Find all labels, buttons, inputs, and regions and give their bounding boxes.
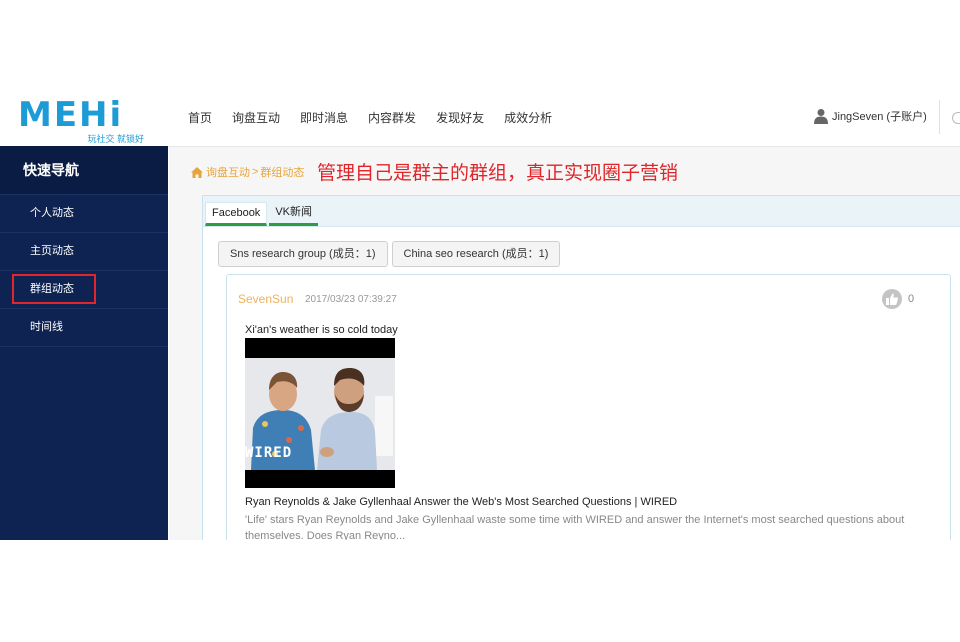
post-video-thumbnail[interactable]: WIRED xyxy=(245,338,395,488)
user-name: JingSeven (子账户) xyxy=(832,111,927,123)
like-count: 0 xyxy=(908,293,915,305)
link-description: 'Life' stars Ryan Reynolds and Jake Gyll… xyxy=(245,514,905,540)
logo[interactable]: MEHi 玩社交 就锁好 xyxy=(18,95,148,144)
main-content: 询盘互动 > 群组动态 管理自己是群主的群组，真正实现圈子营销 Facebook… xyxy=(169,147,960,540)
nav-item-broadcast[interactable]: 内容群发 xyxy=(368,109,416,126)
breadcrumb-current: 群组动态 xyxy=(260,167,305,179)
sidebar-item-label: 个人动态 xyxy=(30,207,74,219)
tab-facebook[interactable]: Facebook xyxy=(205,202,268,226)
media-watermark: WIRED xyxy=(245,445,293,461)
post-time: 2017/03/23 07:39:27 xyxy=(305,294,397,305)
user-menu[interactable]: JingSeven (子账户) xyxy=(814,108,927,124)
nav-item-analytics[interactable]: 成效分析 xyxy=(504,109,552,126)
home-icon xyxy=(191,166,203,178)
nav-item-find-friends[interactable]: 发现好友 xyxy=(436,109,484,126)
tab-vk[interactable]: VK新闻 xyxy=(269,203,318,226)
sidebar-item-timeline[interactable]: 时间线 xyxy=(0,309,168,347)
nav-item-inquiry[interactable]: 询盘互动 xyxy=(232,109,280,126)
sidebar-item-label: 主页动态 xyxy=(30,245,74,257)
sidebar: 快速导航 个人动态 主页动态 群组动态 时间线 xyxy=(0,146,168,540)
group-button[interactable]: Sns research group (成员：1) xyxy=(218,241,388,267)
power-icon[interactable] xyxy=(952,112,960,124)
nav-item-messages[interactable]: 即时消息 xyxy=(300,109,348,126)
header-divider xyxy=(939,100,940,134)
app-window: MEHi 玩社交 就锁好 首页 询盘互动 即时消息 内容群发 发现好友 成效分析… xyxy=(0,88,960,540)
sidebar-title: 快速导航 xyxy=(0,146,168,195)
tab-bar: Facebook VK新闻 xyxy=(203,196,960,227)
post-text: Xi'an's weather is so cold today xyxy=(245,324,398,336)
like-button[interactable]: 0 xyxy=(882,289,914,309)
group-button[interactable]: China seo research (成员：1) xyxy=(391,241,561,267)
highlight-box xyxy=(12,274,96,304)
sidebar-item-groups[interactable]: 群组动态 xyxy=(0,271,168,309)
nav-item-home[interactable]: 首页 xyxy=(188,109,212,126)
sidebar-item-homepage[interactable]: 主页动态 xyxy=(0,233,168,271)
thumbs-up-icon xyxy=(882,289,902,309)
post-author[interactable]: SevenSun xyxy=(238,292,293,306)
breadcrumb-parent[interactable]: 询盘互动 xyxy=(206,164,250,180)
breadcrumb: 询盘互动 > 群组动态 xyxy=(191,164,304,180)
group-filter: Sns research group (成员：1) China seo rese… xyxy=(218,241,564,267)
top-header: MEHi 玩社交 就锁好 首页 询盘互动 即时消息 内容群发 发现好友 成效分析… xyxy=(0,88,960,147)
logo-tagline: 玩社交 就锁好 xyxy=(87,134,144,144)
user-icon xyxy=(814,109,828,124)
main-nav: 首页 询盘互动 即时消息 内容群发 发现好友 成效分析 xyxy=(178,88,562,146)
link-title[interactable]: Ryan Reynolds & Jake Gyllenhaal Answer t… xyxy=(245,496,677,508)
breadcrumb-separator: > xyxy=(252,166,259,178)
sidebar-item-label: 时间线 xyxy=(30,321,63,333)
feed-panel: Facebook VK新闻 Sns research group (成员：1) … xyxy=(202,195,960,540)
logo-wordmark: MEHi xyxy=(18,95,124,135)
post-card: SevenSun 2017/03/23 07:39:27 0 Xi'an's w… xyxy=(226,274,951,540)
sidebar-item-personal[interactable]: 个人动态 xyxy=(0,195,168,233)
annotation-caption: 管理自己是群主的群组，真正实现圈子营销 xyxy=(317,162,679,184)
